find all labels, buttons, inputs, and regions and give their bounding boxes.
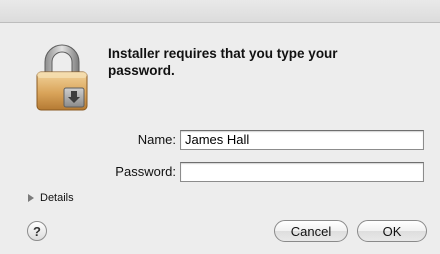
help-icon: ?: [33, 223, 41, 239]
password-field[interactable]: [180, 162, 424, 182]
dialog-titlebar: [0, 0, 440, 23]
padlock-icon: [36, 44, 88, 111]
details-disclosure[interactable]: Details: [28, 192, 74, 204]
authentication-dialog: Installer requires that you type your pa…: [0, 0, 440, 254]
ok-button[interactable]: OK: [357, 220, 427, 242]
name-label: Name:: [137, 132, 176, 147]
name-field[interactable]: James Hall: [180, 130, 424, 150]
dialog-message: Installer requires that you type your pa…: [108, 46, 338, 78]
details-label[interactable]: Details: [40, 192, 74, 204]
cancel-button[interactable]: Cancel: [274, 220, 348, 242]
help-button[interactable]: ?: [27, 221, 47, 241]
disclosure-triangle-icon[interactable]: [28, 194, 34, 202]
password-label: Password:: [115, 164, 176, 179]
